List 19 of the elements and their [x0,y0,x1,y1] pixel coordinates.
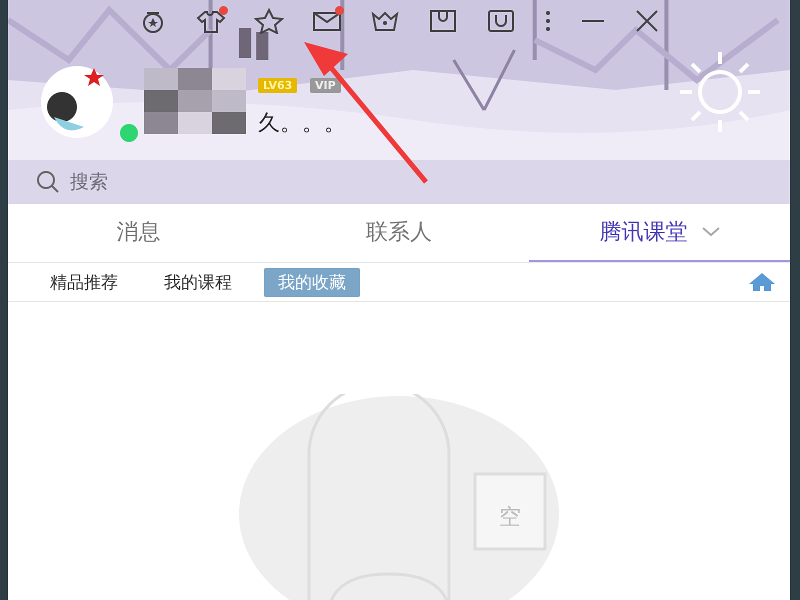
search-icon [36,170,60,194]
sub-tab[interactable]: 我的收藏 [264,268,360,296]
home-icon[interactable] [748,272,776,292]
star-icon[interactable] [254,8,284,34]
level-badge: VIP [310,78,341,93]
signature-text: 久。。。 [258,110,346,138]
sub-tab[interactable]: 精品推荐 [36,268,132,296]
bag-icon[interactable] [486,8,516,34]
nav-tab[interactable]: 消息 [8,204,269,262]
shirt-icon[interactable] [196,8,226,34]
empty-label: 空 [499,505,521,530]
nav-tab[interactable]: 联系人 [268,204,530,262]
frame-icon[interactable] [428,8,458,34]
more-icon[interactable] [544,8,552,34]
search-field[interactable]: 搜索 [8,160,790,204]
nav-tab[interactable]: 腾讯课堂 [529,204,790,262]
sub-tab[interactable]: 我的课程 [150,268,246,296]
level-badge: LV63 [258,78,298,93]
close-icon[interactable] [634,8,660,34]
